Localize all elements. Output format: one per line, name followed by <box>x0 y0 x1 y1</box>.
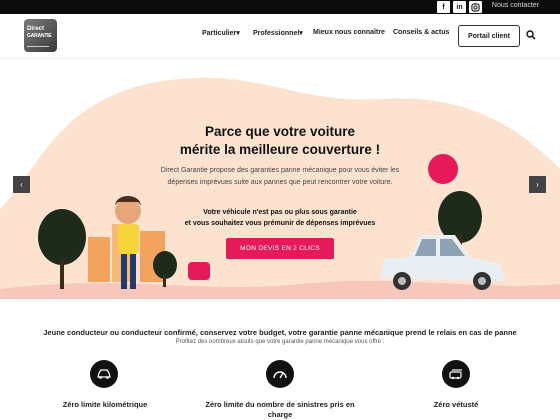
portail-client-button[interactable]: Portail client <box>458 25 520 47</box>
intro-title: Jeune conducteur ou conducteur confirmé,… <box>43 328 517 337</box>
speedometer-icon <box>266 360 294 388</box>
logo-line1: Direct <box>27 26 45 32</box>
hero-banner: Parce que votre voiture mérite la meille… <box>0 59 560 299</box>
facebook-icon[interactable]: f <box>437 1 450 13</box>
search-icon[interactable] <box>526 30 536 42</box>
hero-description-line1: Direct Garantie propose des garanties pa… <box>160 167 400 174</box>
chevron-down-icon: ▾ <box>299 30 303 37</box>
chevron-down-icon: ▾ <box>236 30 240 37</box>
car-road-icon <box>90 360 118 388</box>
nav-professionnel[interactable]: Professionnel▾ <box>253 29 303 37</box>
nav-mieux-nous-connaitre[interactable]: Mieux nous connaître <box>313 29 385 36</box>
top-bar: f in Nous contacter <box>0 0 560 14</box>
logo-underline <box>27 46 49 47</box>
direct-garantie-logo[interactable]: Direct GARANTIE <box>24 19 57 52</box>
logo-line2: GARANTIE <box>27 33 52 39</box>
instagram-icon[interactable] <box>469 1 482 13</box>
main-nav: Direct GARANTIE Particulier▾ Professionn… <box>0 14 560 59</box>
car-repair-icon <box>442 360 470 388</box>
hero-description-line2: dépenses imprévues suite aux pannes que … <box>167 179 393 186</box>
hero-title-line1: Parce que votre voiture <box>204 124 356 139</box>
intro-subtitle: Profitez des nombreux atouts que votre g… <box>175 339 385 345</box>
feature-zero-limite-km: Zéro limite kilométrique <box>62 400 148 409</box>
carousel-next-icon[interactable]: › <box>529 176 546 193</box>
hero-title-line2: mérite la meilleure couverture ! <box>179 142 381 157</box>
feature-zero-vetuste: Zéro vétusté <box>433 400 479 409</box>
feature-zero-limite-sinistres: Zéro limite du nombre de sinistres pris … <box>205 400 355 419</box>
carousel-prev-icon[interactable]: ‹ <box>13 176 30 193</box>
devis-button[interactable]: MON DEVIS EN 2 CLICS <box>226 238 334 259</box>
hero-subtitle-line2: et vous souhaitez vous prémunir de dépen… <box>184 220 376 227</box>
nav-particulier[interactable]: Particulier▾ <box>202 29 240 37</box>
nav-conseils-actus[interactable]: Conseils & actus <box>393 29 449 36</box>
contact-link[interactable]: Nous contacter <box>492 2 539 9</box>
hero-subtitle-line1: Votre véhicule n'est pas ou plus sous ga… <box>203 209 357 216</box>
linkedin-icon[interactable]: in <box>453 1 466 13</box>
